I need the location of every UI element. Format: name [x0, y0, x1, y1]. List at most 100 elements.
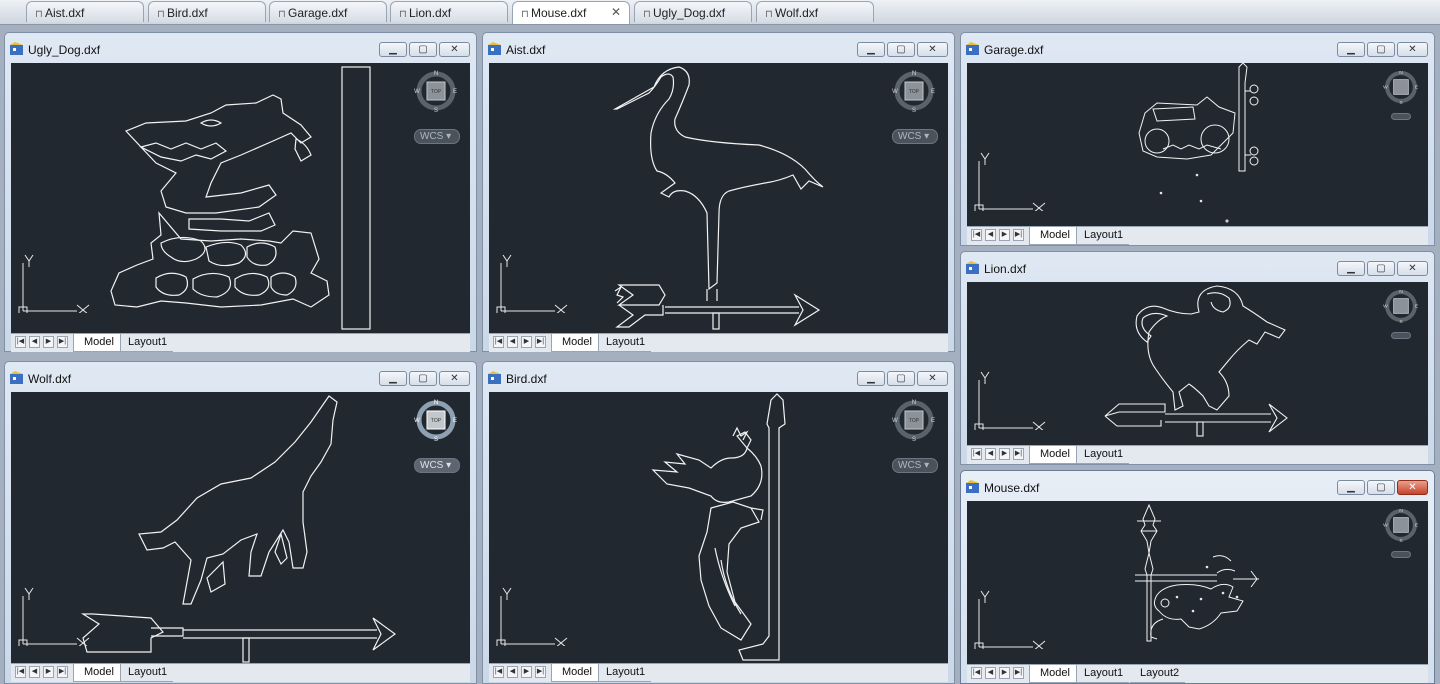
next-layout-icon[interactable]: ▶: [521, 336, 532, 348]
close-button[interactable]: ✕: [917, 42, 948, 57]
first-layout-icon[interactable]: |◀: [971, 229, 982, 241]
next-layout-icon[interactable]: ▶: [43, 666, 54, 678]
maximize-button[interactable]: ▢: [887, 371, 915, 386]
tab-garage[interactable]: ⊓ Garage.dxf: [269, 1, 387, 22]
close-button[interactable]: ✕: [917, 371, 948, 386]
prev-layout-icon[interactable]: ◀: [29, 666, 40, 678]
first-layout-icon[interactable]: |◀: [493, 666, 504, 678]
last-layout-icon[interactable]: ▶|: [1013, 667, 1024, 679]
next-layout-icon[interactable]: ▶: [521, 666, 532, 678]
tab-lion[interactable]: ⊓ Lion.dxf: [390, 1, 508, 22]
next-layout-icon[interactable]: ▶: [43, 336, 54, 348]
next-layout-icon[interactable]: ▶: [999, 229, 1010, 241]
maximize-button[interactable]: ▢: [409, 42, 437, 57]
window-titlebar[interactable]: Mouse.dxf ▁ ▢ ✕: [961, 471, 1434, 501]
tab-layout1[interactable]: Layout1: [118, 334, 174, 352]
maximize-button[interactable]: ▢: [1367, 480, 1395, 495]
tab-layout1[interactable]: Layout1: [596, 334, 652, 352]
drawing-window-garage[interactable]: Garage.dxf ▁ ▢ ✕ N S E W |◀ ◀ ▶ ▶| Model…: [960, 32, 1435, 246]
model-viewport[interactable]: TOP N S E W WCS ▾: [489, 63, 948, 333]
prev-layout-icon[interactable]: ◀: [507, 666, 518, 678]
last-layout-icon[interactable]: ▶|: [535, 336, 546, 348]
minimize-button[interactable]: ▁: [1337, 480, 1365, 495]
close-tab-icon[interactable]: ✕: [611, 5, 621, 19]
first-layout-icon[interactable]: |◀: [971, 448, 982, 460]
window-titlebar[interactable]: Wolf.dxf ▁ ▢ ✕: [5, 362, 476, 392]
close-button[interactable]: ✕: [1397, 480, 1428, 495]
maximize-button[interactable]: ▢: [409, 371, 437, 386]
last-layout-icon[interactable]: ▶|: [1013, 448, 1024, 460]
viewcube[interactable]: N S E W: [1383, 69, 1419, 106]
wcs-menu[interactable]: WCS ▾: [414, 458, 460, 473]
wcs-menu[interactable]: [1391, 113, 1411, 120]
wcs-menu[interactable]: WCS ▾: [414, 129, 460, 144]
last-layout-icon[interactable]: ▶|: [57, 666, 68, 678]
drawing-window-mouse[interactable]: Mouse.dxf ▁ ▢ ✕ N S E W |◀ ◀ ▶ ▶| Model …: [960, 470, 1435, 684]
window-titlebar[interactable]: Aist.dxf ▁ ▢ ✕: [483, 33, 954, 63]
drawing-window-ugly-dog[interactable]: Ugly_Dog.dxf ▁ ▢ ✕ TOP N S E W WCS ▾ |◀ …: [4, 32, 477, 352]
minimize-button[interactable]: ▁: [1337, 261, 1365, 276]
close-button[interactable]: ✕: [439, 371, 470, 386]
tab-model[interactable]: Model: [73, 664, 121, 682]
prev-layout-icon[interactable]: ◀: [985, 667, 996, 679]
first-layout-icon[interactable]: |◀: [971, 667, 982, 679]
tab-layout1[interactable]: Layout1: [1074, 446, 1130, 464]
last-layout-icon[interactable]: ▶|: [1013, 229, 1024, 241]
tab-layout1[interactable]: Layout1: [1074, 227, 1130, 245]
minimize-button[interactable]: ▁: [379, 42, 407, 57]
first-layout-icon[interactable]: |◀: [15, 336, 26, 348]
close-button[interactable]: ✕: [439, 42, 470, 57]
first-layout-icon[interactable]: |◀: [15, 666, 26, 678]
tab-ugly-dog[interactable]: ⊓ Ugly_Dog.dxf: [634, 1, 752, 22]
close-button[interactable]: ✕: [1397, 42, 1428, 57]
model-viewport[interactable]: N S E W: [967, 501, 1428, 664]
tab-mouse[interactable]: ⊓ Mouse.dxf ✕: [512, 1, 630, 24]
minimize-button[interactable]: ▁: [379, 371, 407, 386]
viewcube[interactable]: TOP N S E W: [892, 398, 936, 443]
window-titlebar[interactable]: Ugly_Dog.dxf ▁ ▢ ✕: [5, 33, 476, 63]
viewcube[interactable]: N S E W: [1383, 507, 1419, 544]
tab-model[interactable]: Model: [73, 334, 121, 352]
tab-bird[interactable]: ⊓ Bird.dxf: [148, 1, 266, 22]
model-viewport[interactable]: N S E W: [967, 63, 1428, 226]
wcs-menu[interactable]: WCS ▾: [892, 458, 938, 473]
window-titlebar[interactable]: Garage.dxf ▁ ▢ ✕: [961, 33, 1434, 63]
prev-layout-icon[interactable]: ◀: [507, 336, 518, 348]
model-viewport[interactable]: N S E W: [967, 282, 1428, 445]
tab-layout1[interactable]: Layout1: [118, 664, 174, 682]
prev-layout-icon[interactable]: ◀: [29, 336, 40, 348]
next-layout-icon[interactable]: ▶: [999, 667, 1010, 679]
last-layout-icon[interactable]: ▶|: [535, 666, 546, 678]
minimize-button[interactable]: ▁: [857, 371, 885, 386]
viewcube[interactable]: N S E W: [1383, 288, 1419, 325]
last-layout-icon[interactable]: ▶|: [57, 336, 68, 348]
model-viewport[interactable]: TOP N S E W WCS ▾: [11, 392, 470, 663]
prev-layout-icon[interactable]: ◀: [985, 229, 996, 241]
close-button[interactable]: ✕: [1397, 261, 1428, 276]
viewcube[interactable]: TOP N S E W: [414, 69, 458, 114]
minimize-button[interactable]: ▁: [1337, 42, 1365, 57]
tab-model[interactable]: Model: [1029, 446, 1077, 464]
tab-wolf[interactable]: ⊓ Wolf.dxf: [756, 1, 874, 22]
tab-aist[interactable]: ⊓ Aist.dxf: [26, 1, 144, 22]
drawing-window-lion[interactable]: Lion.dxf ▁ ▢ ✕ N S E W |◀ ◀ ▶ ▶| Model L…: [960, 251, 1435, 465]
maximize-button[interactable]: ▢: [1367, 42, 1395, 57]
model-viewport[interactable]: TOP N S E W WCS ▾: [489, 392, 948, 663]
wcs-menu[interactable]: WCS ▾: [892, 129, 938, 144]
tab-model[interactable]: Model: [1029, 665, 1077, 683]
wcs-menu[interactable]: [1391, 551, 1411, 558]
viewcube[interactable]: TOP N S E W: [892, 69, 936, 114]
window-titlebar[interactable]: Bird.dxf ▁ ▢ ✕: [483, 362, 954, 392]
drawing-window-bird[interactable]: Bird.dxf ▁ ▢ ✕ TOP N S E W WCS ▾ |◀ ◀ ▶ …: [482, 361, 955, 684]
tab-model[interactable]: Model: [551, 334, 599, 352]
tab-layout1[interactable]: Layout1: [596, 664, 652, 682]
next-layout-icon[interactable]: ▶: [999, 448, 1010, 460]
tab-layout2[interactable]: Layout2: [1130, 665, 1186, 683]
prev-layout-icon[interactable]: ◀: [985, 448, 996, 460]
viewcube[interactable]: TOP N S E W: [414, 398, 458, 443]
wcs-menu[interactable]: [1391, 332, 1411, 339]
tab-model[interactable]: Model: [551, 664, 599, 682]
tab-model[interactable]: Model: [1029, 227, 1077, 245]
drawing-window-aist[interactable]: Aist.dxf ▁ ▢ ✕ TOP N S E W WCS ▾ |◀ ◀ ▶ …: [482, 32, 955, 352]
first-layout-icon[interactable]: |◀: [493, 336, 504, 348]
